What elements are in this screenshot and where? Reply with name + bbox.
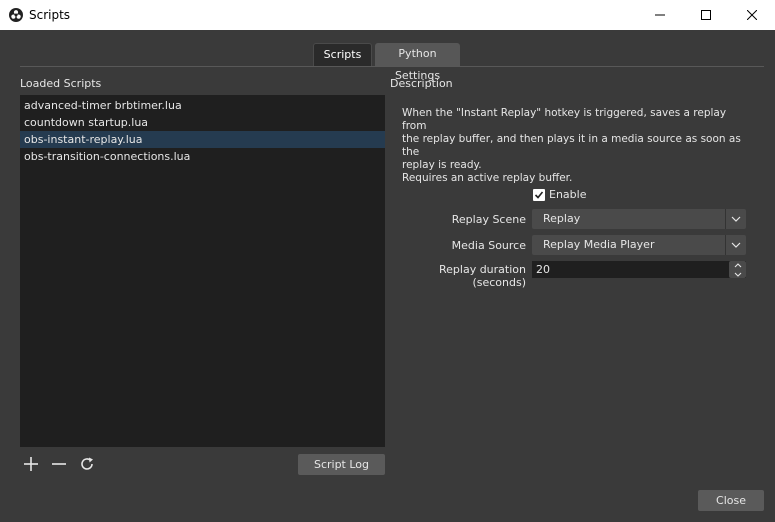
close-button[interactable]: Close [698, 490, 764, 511]
minus-icon [52, 463, 66, 465]
description-line: Requires an active replay buffer. [402, 172, 573, 184]
tab-bar-divider [20, 66, 764, 67]
maximize-button[interactable] [683, 0, 729, 30]
replay-scene-dropdown[interactable]: Replay [532, 209, 746, 229]
media-source-dropdown[interactable]: Replay Media Player [532, 235, 746, 255]
script-list-item[interactable]: advanced-timer brbtimer.lua [20, 97, 385, 114]
remove-script-button[interactable] [50, 455, 68, 473]
replay-scene-label: Replay Scene [451, 213, 526, 226]
reload-icon [81, 457, 93, 470]
title-bar: Scripts [0, 0, 775, 30]
window-title: Scripts [29, 8, 71, 22]
window-close-button[interactable] [729, 0, 775, 30]
script-description: When the "Instant Replay" hotkey is trig… [402, 107, 752, 185]
script-log-button[interactable]: Script Log [298, 454, 385, 475]
loaded-scripts-label: Loaded Scripts [20, 77, 102, 90]
script-list-item-selected[interactable]: obs-instant-replay.lua [20, 131, 385, 148]
enable-checkbox[interactable] [533, 189, 545, 201]
description-line: the replay buffer, and then plays it in … [402, 133, 745, 158]
spin-buttons [729, 261, 746, 278]
replay-duration-spinbox[interactable] [532, 261, 746, 278]
replay-duration-label: Replay duration (seconds) [439, 263, 526, 289]
minimize-button[interactable] [637, 0, 683, 30]
replay-scene-value: Replay [543, 212, 581, 225]
close-icon [747, 10, 757, 20]
chevron-down-icon [725, 209, 746, 229]
chevron-down-icon [725, 235, 746, 255]
chevron-down-icon [734, 272, 741, 277]
minimize-icon [655, 14, 665, 16]
reload-scripts-button[interactable] [78, 455, 96, 473]
description-label: Description [390, 77, 453, 90]
maximize-icon [701, 10, 711, 20]
spin-up-button[interactable] [729, 261, 746, 269]
script-list[interactable]: advanced-timer brbtimer.lua countdown st… [20, 95, 385, 447]
obs-logo-icon [9, 8, 23, 22]
add-script-button[interactable] [22, 455, 40, 473]
tab-python-settings[interactable]: Python Settings [375, 43, 460, 82]
replay-duration-input[interactable] [532, 261, 727, 278]
spin-down-button[interactable] [729, 270, 746, 278]
script-list-item[interactable]: countdown startup.lua [20, 114, 385, 131]
media-source-label: Media Source [451, 239, 526, 252]
script-list-item[interactable]: obs-transition-connections.lua [20, 148, 385, 165]
description-line: When the "Instant Replay" hotkey is trig… [402, 107, 730, 132]
tab-scripts[interactable]: Scripts [313, 43, 372, 66]
chevron-up-icon [734, 262, 741, 267]
description-line: replay is ready. [402, 159, 482, 171]
enable-label: Enable [549, 188, 587, 201]
media-source-value: Replay Media Player [543, 238, 655, 251]
checkmark-icon [534, 191, 544, 199]
plus-icon [24, 457, 38, 471]
